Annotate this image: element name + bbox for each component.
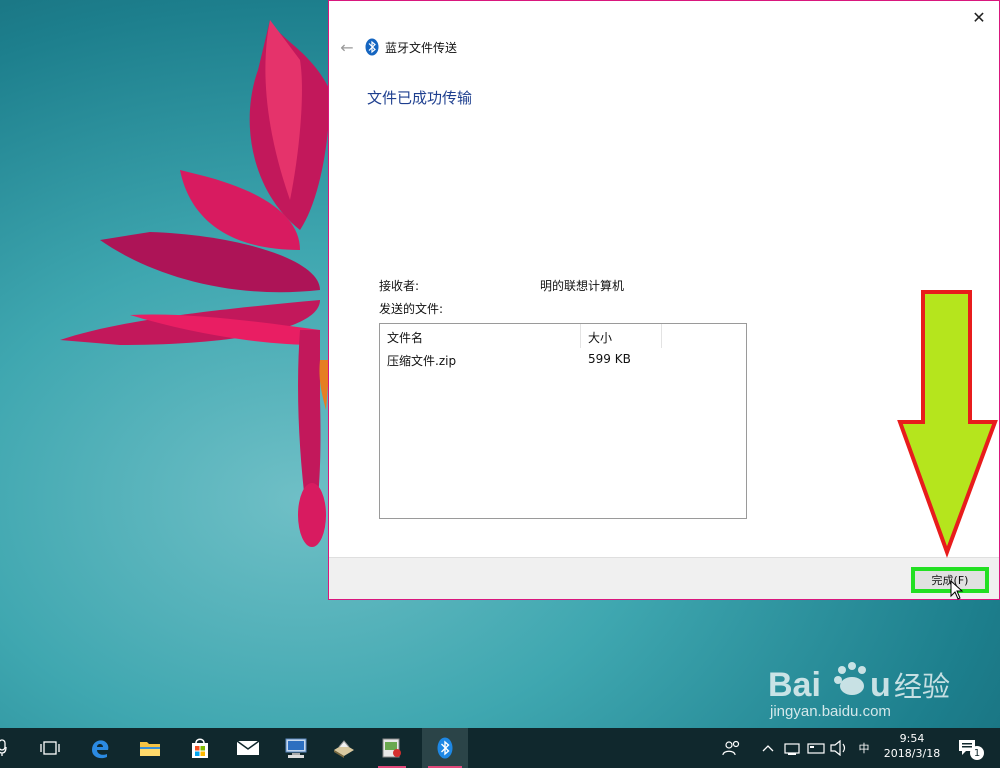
- task-view-icon[interactable]: [30, 728, 70, 768]
- people-icon[interactable]: [720, 728, 744, 768]
- taskbar: 中 9:54 2018/3/18 1: [0, 728, 1000, 768]
- microphone-icon[interactable]: [0, 728, 16, 768]
- clock-time: 9:54: [899, 732, 925, 745]
- dialog-header: ← 蓝牙文件传送: [337, 37, 457, 57]
- ime-indicator[interactable]: 中: [854, 728, 874, 768]
- watermark-url: jingyan.baidu.com: [769, 703, 891, 720]
- success-heading: 文件已成功传输: [367, 89, 473, 107]
- sent-files-label: 发送的文件:: [379, 302, 444, 316]
- column-header-filename[interactable]: 文件名: [380, 324, 581, 348]
- svg-text:经验: 经验: [894, 670, 950, 703]
- dialog-footer: 完成(F): [329, 557, 999, 599]
- column-header-size[interactable]: 大小: [581, 324, 662, 348]
- svg-text:Bai: Bai: [768, 666, 821, 704]
- edge-browser-icon[interactable]: [80, 728, 120, 768]
- volume-icon[interactable]: [828, 728, 850, 768]
- clock-date: 2018/3/18: [883, 747, 941, 760]
- close-icon[interactable]: ✕: [967, 5, 991, 29]
- notification-count-badge: 1: [970, 746, 984, 760]
- store-icon[interactable]: [180, 728, 220, 768]
- chevron-up-icon[interactable]: [760, 728, 776, 768]
- clock[interactable]: 9:54 2018/3/18: [880, 728, 944, 768]
- mail-icon[interactable]: [228, 728, 268, 768]
- mouse-cursor-icon: [950, 580, 964, 600]
- annotation-arrow-icon: [897, 290, 998, 558]
- back-arrow-icon[interactable]: ←: [337, 37, 357, 57]
- file-name: 压缩文件.zip: [387, 354, 457, 368]
- sent-files-list[interactable]: 文件名 大小 压缩文件.zip 599 KB: [379, 323, 747, 519]
- storage-icon[interactable]: [806, 728, 826, 768]
- desktop-flower-wallpaper: [60, 20, 330, 547]
- printer-icon[interactable]: [324, 728, 364, 768]
- control-panel-icon[interactable]: [372, 728, 412, 768]
- receiver-value: 明的联想计算机: [540, 279, 625, 293]
- svg-text:u: u: [870, 666, 891, 704]
- baidu-jingyan-watermark: Bai u 经验 jingyan.baidu.com: [768, 662, 950, 720]
- dialog-title: 蓝牙文件传送: [385, 40, 458, 55]
- bluetooth-taskbar-icon[interactable]: [422, 728, 468, 768]
- list-item[interactable]: 压缩文件.zip 599 KB: [380, 348, 746, 370]
- list-header: 文件名 大小: [380, 324, 746, 348]
- receiver-label: 接收者:: [379, 279, 420, 293]
- file-size: 599 KB: [588, 352, 631, 366]
- network-icon[interactable]: [782, 728, 804, 768]
- bluetooth-icon: [365, 38, 379, 56]
- file-explorer-icon[interactable]: [130, 728, 170, 768]
- remote-desktop-icon[interactable]: [276, 728, 316, 768]
